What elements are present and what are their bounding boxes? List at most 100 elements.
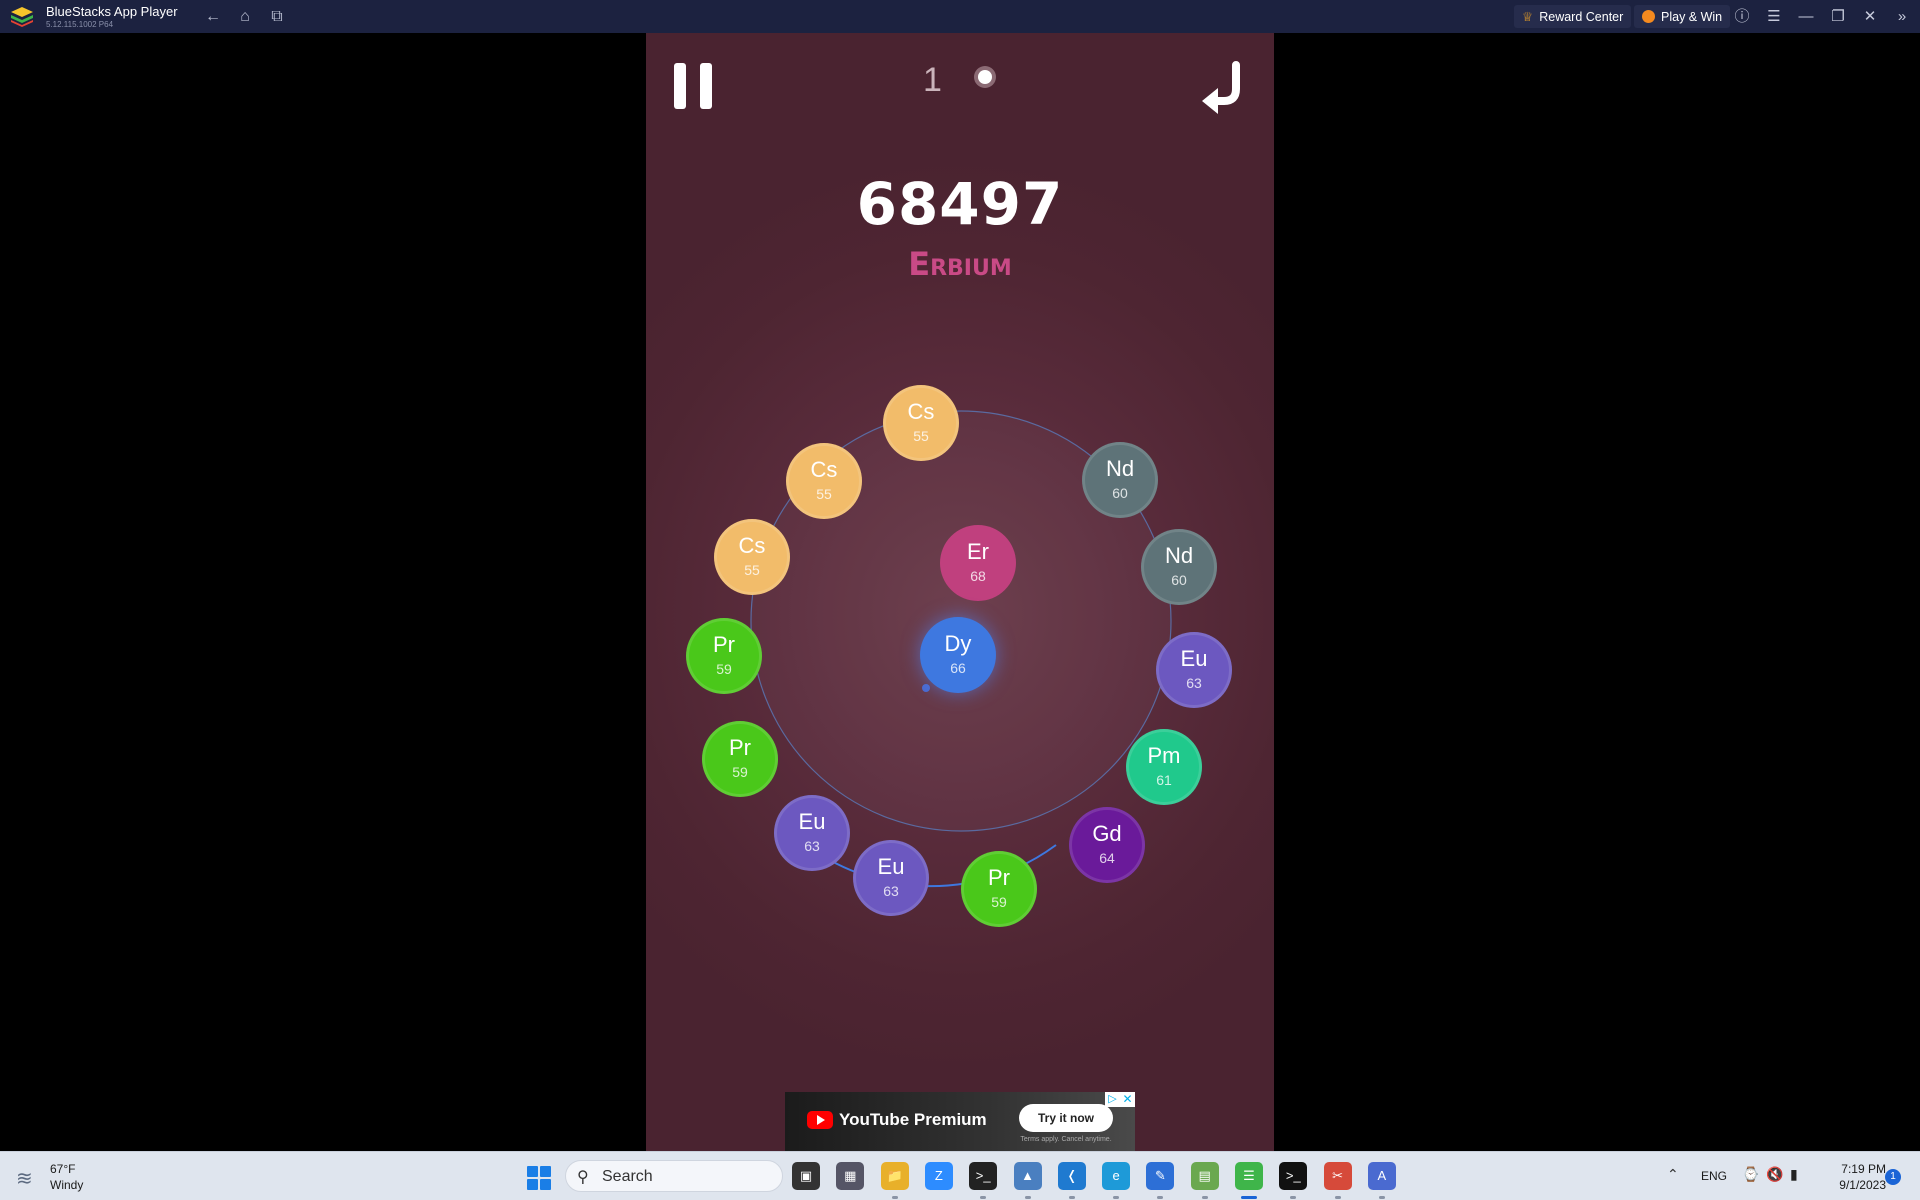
ring-atom[interactable]: Pm 61	[1126, 729, 1202, 805]
running-indicator	[1334, 1196, 1341, 1199]
reward-center-label: Reward Center	[1539, 9, 1624, 24]
ring-atom-symbol: Eu	[798, 809, 826, 834]
center-atom-number: 68	[970, 568, 986, 584]
clock-date[interactable]: 9/1/2023	[1810, 1178, 1886, 1192]
crown-icon: ♕	[1522, 10, 1534, 24]
ring-atom[interactable]: Nd 60	[1082, 442, 1158, 518]
cmd-icon[interactable]: >_	[1279, 1162, 1308, 1190]
ring-atom[interactable]: Eu 63	[1156, 632, 1232, 708]
taskbar: ≋ 67°F Windy ⚲ Search ▣ ▦ 📁 Z >_ ▲ ❬ e ✎ ▤ ☰ >_ ✂ A ⌃…	[0, 1151, 1920, 1200]
ring-atom-number: 59	[716, 661, 732, 677]
ring-atom[interactable]: Nd 60	[1141, 529, 1217, 605]
app-icon[interactable]: ▦	[836, 1162, 865, 1190]
paint-icon[interactable]: ✎	[1146, 1162, 1175, 1190]
ring-atom-number: 61	[1156, 772, 1172, 788]
ring-atom-symbol: Pr	[713, 632, 735, 657]
edge-icon[interactable]: e	[1102, 1162, 1131, 1190]
menu-icon[interactable]: ☰	[1764, 7, 1784, 27]
wifi-icon[interactable]: ⌚	[1742, 1166, 1759, 1183]
restore-icon[interactable]: ❐	[1828, 7, 1848, 27]
running-indicator	[1241, 1196, 1257, 1199]
ad-cta-button[interactable]: Try it now	[1019, 1104, 1113, 1132]
play-win-label: Play & Win	[1661, 9, 1723, 24]
search-placeholder: Search	[602, 1168, 653, 1185]
game-screen[interactable]: 1 68497 Erbium Cs 55 Nd 60 Nd 60 Eu 63 Pm 61 Gd 64 P…	[646, 33, 1274, 1151]
ring-atom[interactable]: Eu 63	[774, 795, 850, 871]
running-indicator	[1201, 1196, 1208, 1199]
coin-icon	[1642, 10, 1655, 23]
task-view-icon[interactable]: ▣	[792, 1162, 820, 1190]
reward-center-button[interactable]: ♕ Reward Center	[1514, 5, 1632, 28]
ring-atom-symbol: Pr	[729, 735, 751, 760]
ring-atom-number: 55	[816, 486, 832, 502]
ring-atom-number: 59	[732, 764, 748, 780]
taskbar-search[interactable]: ⚲ Search	[565, 1160, 783, 1192]
center-atom: Er 68	[940, 525, 1016, 601]
ring-atom-number: 60	[1112, 485, 1128, 501]
ad-terms: Terms apply. Cancel anytime.	[1020, 1136, 1112, 1143]
chart-app-icon[interactable]: ▤	[1190, 1162, 1219, 1190]
ad-banner[interactable]: YouTube Premium Try it now Terms apply. …	[785, 1092, 1135, 1151]
photos-icon[interactable]: ▲	[1013, 1162, 1042, 1190]
running-indicator	[980, 1196, 987, 1199]
volume-muted-icon[interactable]: 🔇	[1766, 1166, 1783, 1183]
collapse-sidebar-icon[interactable]: »	[1892, 7, 1912, 27]
ring-atom-symbol: Gd	[1092, 821, 1122, 846]
clock-time[interactable]: 7:19 PM	[1826, 1162, 1886, 1176]
ring-atom-symbol: Cs	[810, 457, 838, 482]
bluestacks-logo-icon	[11, 7, 33, 27]
bluestacks-icon[interactable]: ☰	[1235, 1162, 1263, 1190]
app-version: 5.12.115.1002 P64	[46, 20, 114, 29]
youtube-play-icon	[807, 1111, 833, 1129]
ring-atom-number: 63	[804, 838, 820, 854]
running-indicator	[1068, 1196, 1075, 1199]
weather-condition[interactable]: Windy	[50, 1178, 83, 1192]
youtube-premium-logo: YouTube Premium	[807, 1110, 987, 1130]
ring-atom[interactable]: Cs 55	[786, 443, 862, 519]
ring-atom[interactable]: Pr 59	[961, 851, 1037, 927]
running-indicator	[891, 1196, 898, 1199]
ring-atom-number: 63	[883, 883, 899, 899]
running-indicator	[1290, 1196, 1297, 1199]
title-bar: BlueStacks App Player 5.12.115.1002 P64 …	[0, 0, 1920, 33]
start-button[interactable]	[527, 1166, 551, 1190]
ad-info-icon[interactable]: ▷	[1105, 1092, 1120, 1107]
ring-atom-symbol: Pr	[988, 865, 1010, 890]
zoom-icon[interactable]: Z	[924, 1162, 953, 1190]
ring-atom-number: 63	[1186, 675, 1202, 691]
next-atom-symbol: Dy	[944, 631, 972, 656]
ring-atom[interactable]: Eu 63	[853, 840, 929, 916]
next-atom: Dy 66	[920, 617, 996, 693]
ring-atom-symbol: Eu	[1180, 646, 1208, 671]
app-icon[interactable]: A	[1367, 1162, 1396, 1190]
search-icon: ⚲	[577, 1169, 589, 1186]
terminal-icon[interactable]: >_	[969, 1162, 998, 1190]
vscode-icon[interactable]: ❬	[1057, 1162, 1086, 1190]
home-icon[interactable]: ⌂	[235, 7, 255, 27]
battery-icon[interactable]: ▮	[1790, 1166, 1798, 1183]
running-indicator	[1378, 1196, 1385, 1199]
running-indicator	[1024, 1196, 1031, 1199]
show-hidden-icons-icon[interactable]: ⌃	[1667, 1166, 1679, 1183]
file-explorer-icon[interactable]: 📁	[880, 1162, 909, 1190]
snipping-tool-icon[interactable]: ✂	[1323, 1162, 1352, 1190]
wind-icon[interactable]: ≋	[16, 1166, 42, 1190]
ring-atom-number: 60	[1171, 572, 1187, 588]
ring-atom[interactable]: Cs 55	[883, 385, 959, 461]
back-icon[interactable]: ←	[203, 7, 223, 27]
ring-atom[interactable]: Pr 59	[686, 618, 762, 694]
notification-badge[interactable]: 1	[1885, 1169, 1901, 1185]
ring-atom[interactable]: Gd 64	[1069, 807, 1145, 883]
close-icon[interactable]: ✕	[1860, 7, 1880, 27]
ring-atom-number: 64	[1099, 850, 1115, 866]
ring-atom[interactable]: Cs 55	[714, 519, 790, 595]
play-win-button[interactable]: Play & Win	[1634, 5, 1731, 28]
multi-instance-icon[interactable]: ⧉	[267, 7, 287, 27]
ring-atom[interactable]: Pr 59	[702, 721, 778, 797]
language-indicator[interactable]: ENG	[1701, 1169, 1727, 1183]
ring-atom-symbol: Cs	[907, 399, 935, 424]
ad-close-icon[interactable]: ✕	[1120, 1092, 1135, 1107]
minimize-icon[interactable]: —	[1796, 7, 1816, 27]
help-icon[interactable]: ⓘ	[1732, 7, 1752, 27]
weather-temp[interactable]: 67°F	[50, 1162, 75, 1176]
